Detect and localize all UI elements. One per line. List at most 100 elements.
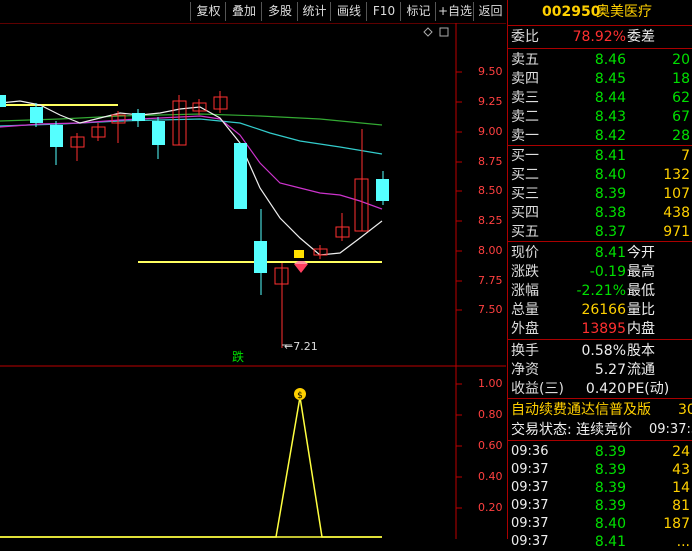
tick-price: 8.40 [594,516,626,532]
bid-row[interactable]: 买五 8.37 971 [508,223,692,241]
tick-row[interactable]: 09:37 8.39 43 [508,461,692,479]
ask-volume: 62 [672,90,690,106]
bid-price: 8.37 [594,224,626,240]
news-row[interactable]: 自动续费通达信普及版 30 [508,401,692,419]
quote-row[interactable]: 涨跌 -0.19 最高 [508,263,692,281]
indicator-tick: 0.60 [478,439,503,452]
overlay-button[interactable]: 叠加 [225,2,262,21]
tick-time: 09:37 [511,534,549,549]
bid-row[interactable]: 买二 8.40 132 [508,166,692,184]
weibi-row: 委比 78.92% 委差 [511,29,655,45]
quote-label2: 最高 [627,264,655,280]
quote-label: 涨跌 [511,264,539,280]
stats-value: 5.27 [594,362,626,378]
bid-price: 8.38 [594,205,626,221]
candle [294,250,304,258]
mark-button[interactable]: 标记 [400,2,436,21]
ask-price: 8.43 [594,109,626,125]
quote-label: 现价 [511,245,539,261]
tick-row[interactable]: 09:37 8.41... [508,533,692,551]
quote-value: -0.19 [589,264,626,280]
ask-label: 卖二 [511,109,539,125]
add-watchlist-button[interactable]: +自选 [435,2,474,21]
stats-label: 净资 [511,362,539,378]
ask-row[interactable]: 卖二 8.43 67 [508,108,692,126]
bid-label: 买一 [511,148,539,164]
tick-time: 09:37 [511,462,549,477]
tick-volume: 24 [672,444,690,460]
quote-label2: 最低 [627,283,655,299]
bid-row[interactable]: 买四 8.38 438 [508,204,692,222]
tick-time: 09:37 [511,516,549,531]
fuquan-button[interactable]: 复权 [190,2,226,21]
indicator-tick: 0.20 [478,501,503,514]
tick-volume: 43 [672,462,690,478]
indicator-tick: 0.40 [478,470,503,483]
chart-corner-icons[interactable] [423,27,449,37]
quote-label: 涨幅 [511,283,539,299]
quote-row[interactable]: 总量 26166 量比 [508,301,692,319]
price-tick: 7.50 [478,303,503,316]
bid-label: 买三 [511,186,539,202]
price-tick: 8.50 [478,184,503,197]
candles [0,91,389,348]
bid-volume: 7 [681,148,690,164]
ask-volume: 28 [672,128,690,144]
price-tick: 8.25 [478,214,503,227]
back-button[interactable]: 返回 [473,2,507,21]
ask-row[interactable]: 卖三 8.44 62 [508,89,692,107]
stats-label: 换手 [511,343,539,359]
bid-volume: 107 [663,186,690,202]
multi-stock-button[interactable]: 多股 [261,2,298,21]
stats-value: 0.420 [585,381,626,397]
bid-row[interactable]: 买三 8.39 107 [508,185,692,203]
quote-label2: 今开 [627,245,655,261]
stats-row[interactable]: 换手 0.58% 股本 [508,342,692,360]
price-tick: 8.00 [478,244,503,257]
stats-row[interactable]: 净资 5.27 流通 [508,361,692,379]
bid-volume: 971 [663,224,690,240]
tick-price: 8.39 [594,498,626,514]
candle [50,125,63,147]
ask-row[interactable]: 卖一 8.42 28 [508,127,692,145]
stock-code: 002950 [542,4,601,20]
tick-price: 8.41 [594,534,626,550]
quote-row[interactable]: 外盘 13895 内盘 [508,320,692,338]
price-tick: 8.75 [478,155,503,168]
stock-name: 奥美医疗 [596,4,652,20]
ask-price: 8.42 [594,128,626,144]
draw-line-button[interactable]: 画线 [330,2,367,21]
tick-time: 09:36 [511,444,549,459]
gem-icon [294,261,308,273]
quote-row[interactable]: 现价 8.41 今开 [508,244,692,262]
ask-label: 卖五 [511,52,539,68]
tick-row[interactable]: 09:37 8.39 81 [508,497,692,515]
kline-chart[interactable]: $ [0,23,506,539]
ask-row[interactable]: 卖四 8.45 18 [508,70,692,88]
quote-value: 8.41 [594,245,626,261]
ask-row[interactable]: 卖五 8.46 20 [508,51,692,69]
quote-row[interactable]: 涨幅 -2.21% 最低 [508,282,692,300]
bid-row[interactable]: 买一 8.41 7 [508,147,692,165]
ask-price: 8.45 [594,71,626,87]
tick-price: 8.39 [594,462,626,478]
price-tick: 9.25 [478,95,503,108]
tick-row[interactable]: 09:37 8.39 14 [508,479,692,497]
stats-value: 0.58% [581,343,626,359]
quote-label: 总量 [511,302,539,318]
ask-volume: 20 [672,52,690,68]
quote-value: 26166 [581,302,626,318]
candle [152,121,165,145]
stock-header[interactable]: 002950 奥美医疗 [508,3,692,23]
bid-price: 8.41 [594,148,626,164]
stats-row[interactable]: 收益(三) 0.420 PE(动) [508,380,692,398]
tick-row[interactable]: 09:37 8.40 187 [508,515,692,533]
candle [234,143,247,209]
f10-button[interactable]: F10 [366,2,401,21]
tick-row[interactable]: 09:36 8.39 24 [508,443,692,461]
stats-label2: 流通 [627,362,655,378]
price-tick: 9.50 [478,65,503,78]
stats-label2: 股本 [627,343,655,359]
statistics-button[interactable]: 统计 [297,2,331,21]
candle [132,113,145,121]
